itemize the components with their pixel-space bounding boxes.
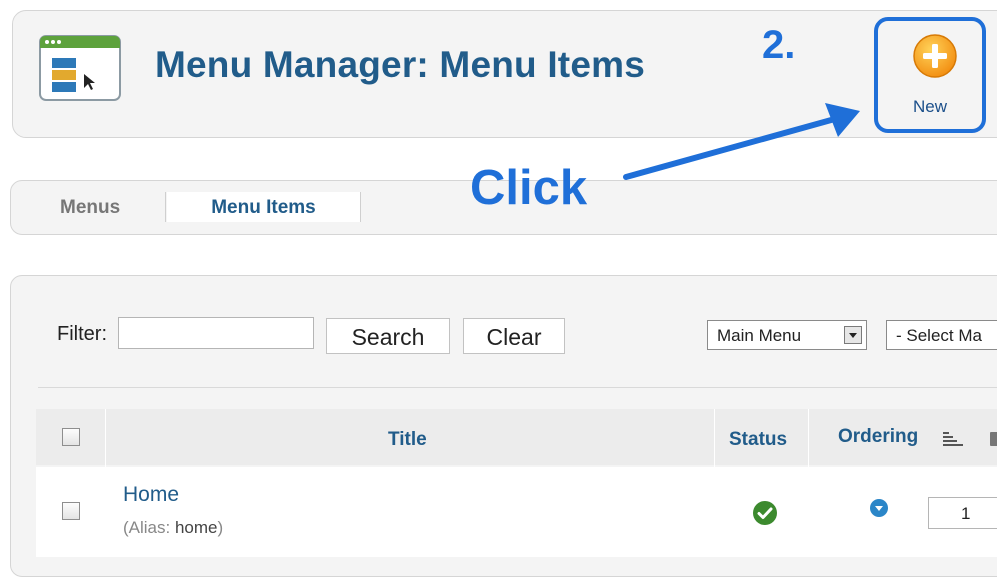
select-all-checkbox[interactable] <box>62 428 80 446</box>
alias-prefix: (Alias: <box>123 518 175 537</box>
alias-value: home <box>174 518 218 537</box>
ordering-input[interactable]: 1 <box>928 497 997 529</box>
column-header-title[interactable]: Title <box>388 429 427 451</box>
level-select-value: - Select Ma <box>896 326 982 345</box>
filter-divider <box>38 387 997 388</box>
new-button[interactable]: New <box>874 17 986 133</box>
menu-item-alias: (Alias: home) <box>123 518 223 538</box>
plus-circle-icon <box>912 33 958 79</box>
tab-menus[interactable]: Menus <box>60 197 120 219</box>
menu-select-value: Main Menu <box>717 326 802 345</box>
menu-manager-icon <box>38 34 122 104</box>
filter-label: Filter: <box>57 323 107 345</box>
tab-menu-items[interactable]: Menu Items <box>167 192 361 222</box>
chevron-down-icon <box>844 326 862 344</box>
page-title: Menu Manager: Menu Items <box>155 44 645 85</box>
table-row <box>36 467 997 557</box>
click-annotation: Click <box>470 161 588 215</box>
column-header-status[interactable]: Status <box>729 429 787 451</box>
save-order-icon[interactable] <box>986 428 997 450</box>
column-header-ordering[interactable]: Ordering <box>838 426 918 448</box>
row-checkbox[interactable] <box>62 502 80 520</box>
tab-menu-items-label: Menu Items <box>211 197 316 218</box>
alias-suffix: ) <box>217 518 224 537</box>
menu-select[interactable]: Main Menu <box>707 320 867 350</box>
menu-item-title-link[interactable]: Home <box>123 483 179 507</box>
level-select[interactable]: - Select Ma <box>886 320 997 350</box>
step-annotation: 2. <box>762 23 796 67</box>
search-button[interactable]: Search <box>326 318 450 354</box>
published-check-icon[interactable] <box>752 500 778 526</box>
tab-divider <box>165 192 166 222</box>
clear-button[interactable]: Clear <box>463 318 565 354</box>
filter-input[interactable] <box>118 317 314 349</box>
arrow-annotation-icon <box>623 103 860 180</box>
sort-icon[interactable] <box>941 428 965 450</box>
ordering-value: 1 <box>961 504 971 523</box>
move-down-icon[interactable] <box>869 498 889 518</box>
new-button-label: New <box>912 97 947 116</box>
